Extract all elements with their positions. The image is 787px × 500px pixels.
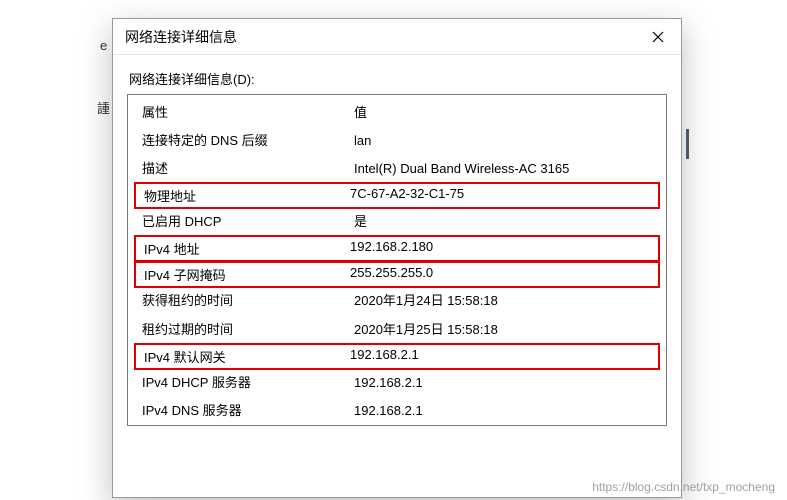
property-name: 连接特定的 DNS 后缀 <box>142 131 354 151</box>
property-value: 192.168.2.180 <box>350 239 654 258</box>
property-name: 已启用 DHCP <box>142 212 354 232</box>
properties-header: 属性 值 <box>128 96 666 127</box>
property-value: 2020年1月25日 15:58:18 <box>354 320 656 340</box>
table-row[interactable]: 描述Intel(R) Dual Band Wireless-AC 3165 <box>128 155 666 183</box>
watermark: https://blog.csdn.net/txp_mocheng <box>592 480 775 494</box>
property-name: 获得租约的时间 <box>142 291 354 311</box>
title-bar: 网络连接详细信息 <box>113 19 681 55</box>
table-row-highlighted[interactable]: IPv4 地址192.168.2.180 <box>134 235 660 262</box>
table-row[interactable]: IPv4 DHCP 服务器192.168.2.1 <box>128 369 666 397</box>
header-property: 属性 <box>142 102 354 121</box>
table-row[interactable]: 获得租约的时间2020年1月24日 15:58:18 <box>128 287 666 315</box>
property-value: 192.168.2.1 <box>354 373 656 393</box>
section-label: 网络连接详细信息(D): <box>129 69 667 88</box>
close-button[interactable] <box>635 19 681 55</box>
backdrop-text-2: 諥 <box>97 98 110 117</box>
property-value: 255.255.255.0 <box>350 265 654 284</box>
table-row[interactable]: 已启用 DHCP是 <box>128 208 666 236</box>
property-value: Intel(R) Dual Band Wireless-AC 3165 <box>354 159 656 179</box>
table-row-highlighted[interactable]: 物理地址7C-67-A2-32-C1-75 <box>134 182 660 209</box>
property-name: IPv4 DNS 服务器 <box>142 401 354 421</box>
dialog-body: 网络连接详细信息(D): 属性 值 连接特定的 DNS 后缀lan描述Intel… <box>113 55 681 426</box>
property-name: IPv4 DHCP 服务器 <box>142 373 354 393</box>
property-name: IPv4 地址 <box>144 239 350 258</box>
table-row-highlighted[interactable]: IPv4 子网掩码255.255.255.0 <box>134 261 660 288</box>
property-value: 2020年1月24日 15:58:18 <box>354 291 656 311</box>
backdrop-text: e <box>100 38 107 53</box>
property-value: 是 <box>354 212 656 232</box>
property-name: 描述 <box>142 159 354 179</box>
property-value: 7C-67-A2-32-C1-75 <box>350 186 654 205</box>
properties-rows: 连接特定的 DNS 后缀lan描述Intel(R) Dual Band Wire… <box>128 127 666 425</box>
close-icon <box>652 31 664 43</box>
table-row[interactable]: 连接特定的 DNS 后缀lan <box>128 127 666 155</box>
dialog-title: 网络连接详细信息 <box>125 27 237 47</box>
property-value: 192.168.2.1 <box>354 401 656 421</box>
network-details-dialog: 网络连接详细信息 网络连接详细信息(D): 属性 值 连接特定的 DNS 后缀l… <box>112 18 682 498</box>
right-edge-decoration <box>686 129 689 159</box>
property-name: 物理地址 <box>144 186 350 205</box>
table-row[interactable]: 租约过期的时间2020年1月25日 15:58:18 <box>128 316 666 344</box>
property-value: 192.168.2.1 <box>350 347 654 366</box>
properties-panel: 属性 值 连接特定的 DNS 后缀lan描述Intel(R) Dual Band… <box>127 94 667 426</box>
table-row[interactable]: IPv4 DNS 服务器192.168.2.1 <box>128 397 666 425</box>
property-value: lan <box>354 131 656 151</box>
table-row-highlighted[interactable]: IPv4 默认网关192.168.2.1 <box>134 343 660 370</box>
header-value: 值 <box>354 102 656 121</box>
property-name: IPv4 默认网关 <box>144 347 350 366</box>
property-name: 租约过期的时间 <box>142 320 354 340</box>
property-name: IPv4 子网掩码 <box>144 265 350 284</box>
